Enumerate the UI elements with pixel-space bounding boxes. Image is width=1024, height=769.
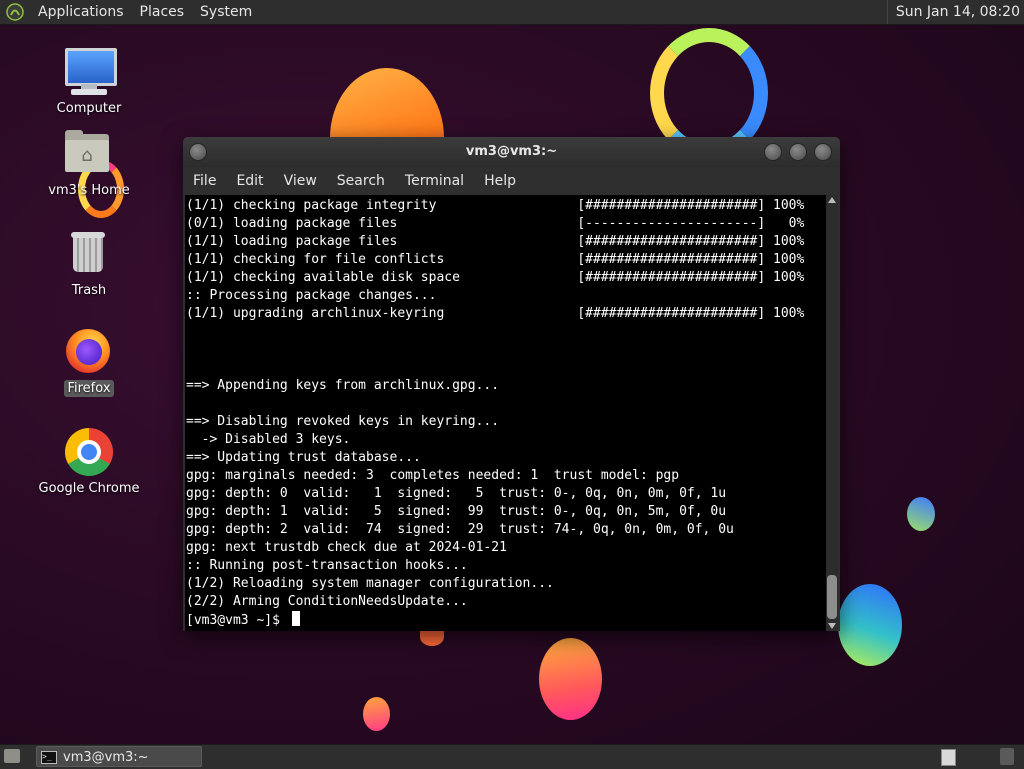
terminal-window[interactable]: vm3@vm3:~ File Edit View Search Terminal… [183, 137, 840, 631]
terminal-line: gpg: next trustdb check due at 2024-01-2… [186, 540, 507, 555]
terminal-line: gpg: depth: 2 valid: 74 signed: 29 trust… [186, 522, 734, 537]
desktop-icon-chrome[interactable]: Google Chrome [34, 426, 144, 497]
desktop-icon-label: Computer [56, 101, 122, 116]
terminal-line: (2/2) Arming ConditionNeedsUpdate... [186, 594, 468, 609]
wallpaper-small-blue-shape [907, 497, 935, 531]
wallpaper-bottom-orange-shape [539, 638, 602, 720]
terminal-line: gpg: depth: 0 valid: 1 signed: 5 trust: … [186, 486, 727, 501]
terminal-line: (1/1) loading package files [###########… [186, 234, 805, 249]
desktop-icon-label: Trash [71, 283, 107, 298]
window-title: vm3@vm3:~ [465, 144, 558, 159]
terminal-line: (1/1) checking for file conflicts [#####… [186, 252, 805, 267]
firefox-icon [63, 326, 115, 378]
bottom-panel: >_ vm3@vm3:~ [0, 744, 1024, 769]
desktop-icon-home[interactable]: ⌂ vm3's Home [34, 128, 144, 199]
applications-menu[interactable]: Applications [30, 4, 132, 20]
desktop-icon-computer[interactable]: Computer [34, 46, 144, 117]
terminal-line: ==> Appending keys from archlinux.gpg... [186, 378, 500, 393]
scroll-thumb[interactable] [827, 575, 837, 619]
window-menu-icon[interactable] [189, 143, 207, 161]
desktop-icon-trash[interactable]: Trash [34, 228, 144, 299]
terminal-line: (1/1) checking available disk space [###… [186, 270, 805, 285]
distro-logo-icon[interactable] [6, 3, 24, 21]
desktop-icon-label: Firefox [64, 380, 114, 397]
workspace-switcher[interactable] [941, 749, 956, 766]
terminal-line: (0/1) loading package files [-----------… [186, 216, 805, 231]
minimize-button[interactable] [764, 143, 782, 161]
clock[interactable]: Sun Jan 14, 08:20 [886, 0, 1020, 24]
show-desktop-icon[interactable] [4, 749, 20, 763]
trash-applet-icon[interactable] [1000, 748, 1014, 765]
close-button[interactable] [814, 143, 832, 161]
desktop-icon-label: Google Chrome [38, 481, 140, 496]
terminal-line: (1/1) checking package integrity [######… [186, 198, 805, 213]
terminal-text[interactable]: (1/1) checking package integrity [######… [185, 195, 826, 630]
places-menu[interactable]: Places [132, 4, 193, 20]
desktop-icon-label: vm3's Home [48, 183, 130, 198]
top-panel: Applications Places System Sun Jan 14, 0… [0, 0, 1024, 25]
chrome-icon [63, 426, 115, 478]
window-titlebar[interactable]: vm3@vm3:~ [183, 137, 840, 167]
terminal-cursor [291, 611, 300, 626]
scroll-down-arrow-icon[interactable] [828, 623, 836, 629]
scroll-up-arrow-icon[interactable] [828, 197, 836, 203]
wallpaper-bottom-small-shape [363, 697, 390, 731]
system-menu[interactable]: System [192, 4, 260, 20]
terminal-line: :: Running post-transaction hooks... [186, 558, 468, 573]
terminal-line: gpg: marginals needed: 3 completes neede… [186, 468, 680, 483]
trash-icon [63, 228, 115, 280]
desktop-icon-firefox[interactable]: Firefox [34, 326, 144, 397]
terminal-scrollbar[interactable] [826, 195, 838, 631]
menu-file[interactable]: File [183, 173, 226, 189]
terminal-line: gpg: depth: 1 valid: 5 signed: 99 trust:… [186, 504, 727, 519]
computer-icon [63, 46, 117, 98]
terminal-prompt: [vm3@vm3 ~]$ [186, 613, 288, 628]
menu-edit[interactable]: Edit [226, 173, 273, 189]
home-folder-icon: ⌂ [63, 128, 115, 180]
terminal-line: ==> Updating trust database... [186, 450, 421, 465]
taskbar-item-terminal[interactable]: >_ vm3@vm3:~ [36, 746, 202, 767]
maximize-button[interactable] [789, 143, 807, 161]
taskbar-item-label: vm3@vm3:~ [63, 750, 149, 765]
terminal-icon: >_ [41, 751, 57, 764]
menu-terminal[interactable]: Terminal [395, 173, 474, 189]
terminal-output[interactable]: (1/1) checking package integrity [######… [185, 195, 826, 631]
terminal-line: -> Disabled 3 keys. [201, 432, 351, 447]
terminal-line: (1/1) upgrading archlinux-keyring [#####… [186, 306, 805, 321]
menu-view[interactable]: View [274, 173, 327, 189]
menu-bar: File Edit View Search Terminal Help [183, 167, 840, 195]
terminal-line: :: Processing package changes... [186, 288, 437, 303]
wallpaper-blue-shape [838, 584, 902, 666]
terminal-line: (1/2) Reloading system manager configura… [186, 576, 554, 591]
menu-help[interactable]: Help [474, 173, 526, 189]
menu-search[interactable]: Search [327, 173, 395, 189]
terminal-line: ==> Disabling revoked keys in keyring... [186, 414, 500, 429]
